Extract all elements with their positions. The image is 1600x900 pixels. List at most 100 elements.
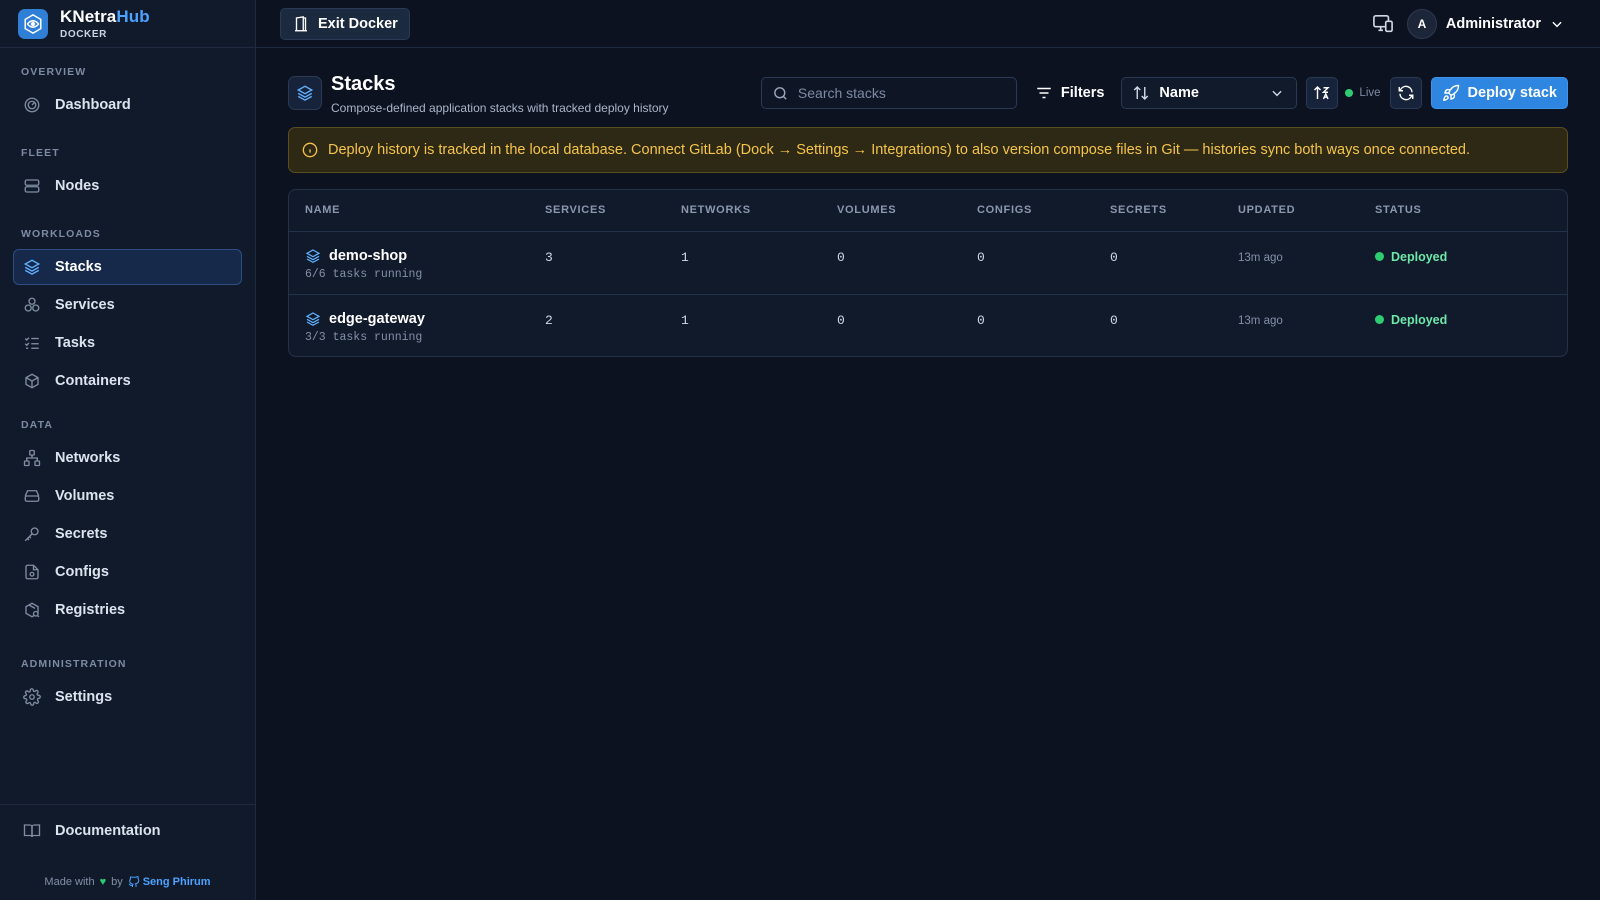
live-indicator: Live bbox=[1345, 87, 1381, 99]
sort-select[interactable]: Name bbox=[1121, 77, 1298, 109]
sidebar-item-containers[interactable]: Containers bbox=[13, 363, 242, 399]
column-header-configs[interactable]: CONFIGS bbox=[961, 190, 1094, 232]
sidebar-item-stacks[interactable]: Stacks bbox=[13, 249, 242, 285]
sidebar-item-label: Stacks bbox=[55, 259, 102, 275]
made-with-text: Made with bbox=[44, 876, 95, 888]
layers-icon bbox=[23, 258, 41, 276]
stacks-table: NAME SERVICES NETWORKS VOLUMES CONFIGS S… bbox=[289, 190, 1567, 356]
avatar: A bbox=[1406, 9, 1437, 39]
author-link[interactable]: Seng Phirum bbox=[128, 876, 211, 888]
brand[interactable]: KNetraHub DOCKER bbox=[0, 0, 255, 48]
column-header-updated[interactable]: UPDATED bbox=[1222, 190, 1359, 232]
stack-tasks: 3/3 tasks running bbox=[305, 330, 423, 344]
file-icon bbox=[23, 563, 41, 581]
configs-count: 0 bbox=[977, 312, 985, 328]
filters-label: Filters bbox=[1060, 85, 1105, 101]
display-toggle-button[interactable] bbox=[1372, 14, 1394, 34]
secrets-count: 0 bbox=[1110, 312, 1118, 328]
column-header-status[interactable]: STATUS bbox=[1359, 190, 1567, 232]
sidebar-item-settings[interactable]: Settings bbox=[13, 679, 242, 715]
info-icon bbox=[302, 142, 318, 158]
status-label: Deployed bbox=[1391, 249, 1448, 264]
sidebar: KNetraHub DOCKER OVERVIEW Dashboard FLEE… bbox=[0, 0, 256, 900]
column-header-secrets[interactable]: SECRETS bbox=[1094, 190, 1222, 232]
exit-docker-button[interactable]: Exit Docker bbox=[280, 8, 410, 40]
column-header-name[interactable]: NAME bbox=[289, 190, 529, 232]
stacks-table-card: NAME SERVICES NETWORKS VOLUMES CONFIGS S… bbox=[288, 189, 1568, 357]
refresh-icon bbox=[1397, 84, 1415, 102]
networks-count: 1 bbox=[681, 312, 689, 328]
sort-direction-button[interactable] bbox=[1306, 77, 1339, 109]
updated-time: 13m ago bbox=[1238, 314, 1283, 327]
layers-icon bbox=[305, 248, 321, 264]
sidebar-item-label: Tasks bbox=[55, 335, 96, 351]
sidebar-item-dashboard[interactable]: Dashboard bbox=[13, 87, 242, 123]
table-row[interactable]: edge-gateway 3/3 tasks running 2 1 0 0 0… bbox=[289, 293, 1567, 356]
by-text: by bbox=[111, 876, 123, 888]
sort-ascending-icon bbox=[1313, 84, 1331, 102]
search-input[interactable] bbox=[797, 85, 998, 101]
filters-button[interactable]: Filters bbox=[1035, 77, 1105, 109]
key-icon bbox=[23, 525, 41, 543]
nav-section-fleet: FLEET Nodes bbox=[0, 146, 255, 204]
sidebar-item-volumes[interactable]: Volumes bbox=[13, 478, 242, 514]
deploy-stack-button[interactable]: Deploy stack bbox=[1430, 77, 1568, 109]
sort-label: Name bbox=[1159, 85, 1199, 101]
sidebar-item-networks[interactable]: Networks bbox=[13, 440, 242, 476]
page-header: Stacks Compose-defined application stack… bbox=[288, 73, 669, 115]
page-title: Stacks bbox=[331, 73, 396, 95]
live-label: Live bbox=[1359, 87, 1381, 99]
topbar: Exit Docker A Administrator bbox=[256, 0, 1600, 48]
column-header-services[interactable]: SERVICES bbox=[529, 190, 665, 232]
status-dot bbox=[1375, 315, 1384, 324]
refresh-button[interactable] bbox=[1389, 77, 1422, 109]
nav-section-overview: OVERVIEW Dashboard bbox=[0, 65, 255, 123]
nav-heading-fleet: FLEET bbox=[21, 147, 60, 159]
column-header-networks[interactable]: NETWORKS bbox=[665, 190, 821, 232]
status-dot bbox=[1375, 252, 1384, 261]
sidebar-item-label: Services bbox=[55, 297, 115, 313]
github-icon bbox=[128, 876, 140, 888]
nav-section-workloads: WORKLOADS Stacks Services Tasks Containe… bbox=[0, 227, 255, 399]
made-with-credit: Made with ♥ by Seng Phirum bbox=[0, 876, 255, 888]
sidebar-item-label: Secrets bbox=[55, 526, 108, 542]
heart-icon: ♥ bbox=[99, 876, 107, 888]
filter-icon bbox=[1035, 84, 1053, 102]
sidebar-footer: Documentation Made with ♥ by Seng Phirum bbox=[0, 804, 255, 900]
stack-name-link[interactable]: demo-shop bbox=[305, 248, 529, 264]
monitor-phone-icon bbox=[1372, 14, 1394, 34]
page-subtitle: Compose-defined application stacks with … bbox=[331, 101, 669, 115]
sidebar-item-services[interactable]: Services bbox=[13, 287, 242, 323]
user-menu[interactable]: A Administrator bbox=[1406, 9, 1564, 39]
sidebar-item-configs[interactable]: Configs bbox=[13, 554, 242, 590]
server-icon bbox=[23, 177, 41, 195]
stack-name-link[interactable]: edge-gateway bbox=[305, 311, 529, 327]
layers-icon bbox=[305, 311, 321, 327]
stack-tasks: 6/6 tasks running bbox=[305, 267, 423, 281]
sidebar-item-secrets[interactable]: Secrets bbox=[13, 516, 242, 552]
volumes-count: 0 bbox=[837, 249, 845, 265]
stack-name: demo-shop bbox=[329, 247, 408, 264]
sidebar-item-registries[interactable]: Registries bbox=[13, 592, 242, 628]
tasks-icon bbox=[23, 334, 41, 352]
info-banner: Deploy history is tracked in the local d… bbox=[288, 127, 1568, 173]
column-header-volumes[interactable]: VOLUMES bbox=[821, 190, 961, 232]
search-icon bbox=[772, 85, 789, 102]
exit-docker-label: Exit Docker bbox=[318, 16, 398, 32]
brand-title: KNetraHub bbox=[60, 6, 150, 26]
status-badge: Deployed bbox=[1375, 250, 1567, 264]
volumes-count: 0 bbox=[837, 312, 845, 328]
deploy-stack-label: Deploy stack bbox=[1467, 85, 1557, 101]
documentation-link[interactable]: Documentation bbox=[13, 813, 242, 849]
sidebar-item-nodes[interactable]: Nodes bbox=[13, 168, 242, 204]
drive-icon bbox=[23, 487, 41, 505]
box-icon bbox=[23, 372, 41, 390]
sidebar-item-tasks[interactable]: Tasks bbox=[13, 325, 242, 361]
sidebar-item-label: Settings bbox=[55, 689, 113, 705]
layers-icon bbox=[288, 76, 322, 110]
chevron-down-icon bbox=[1550, 17, 1564, 31]
rocket-icon bbox=[1442, 84, 1460, 102]
table-row[interactable]: demo-shop 6/6 tasks running 3 1 0 0 0 13… bbox=[289, 231, 1567, 294]
package-icon bbox=[23, 601, 41, 619]
nav-heading-workloads: WORKLOADS bbox=[21, 228, 101, 240]
